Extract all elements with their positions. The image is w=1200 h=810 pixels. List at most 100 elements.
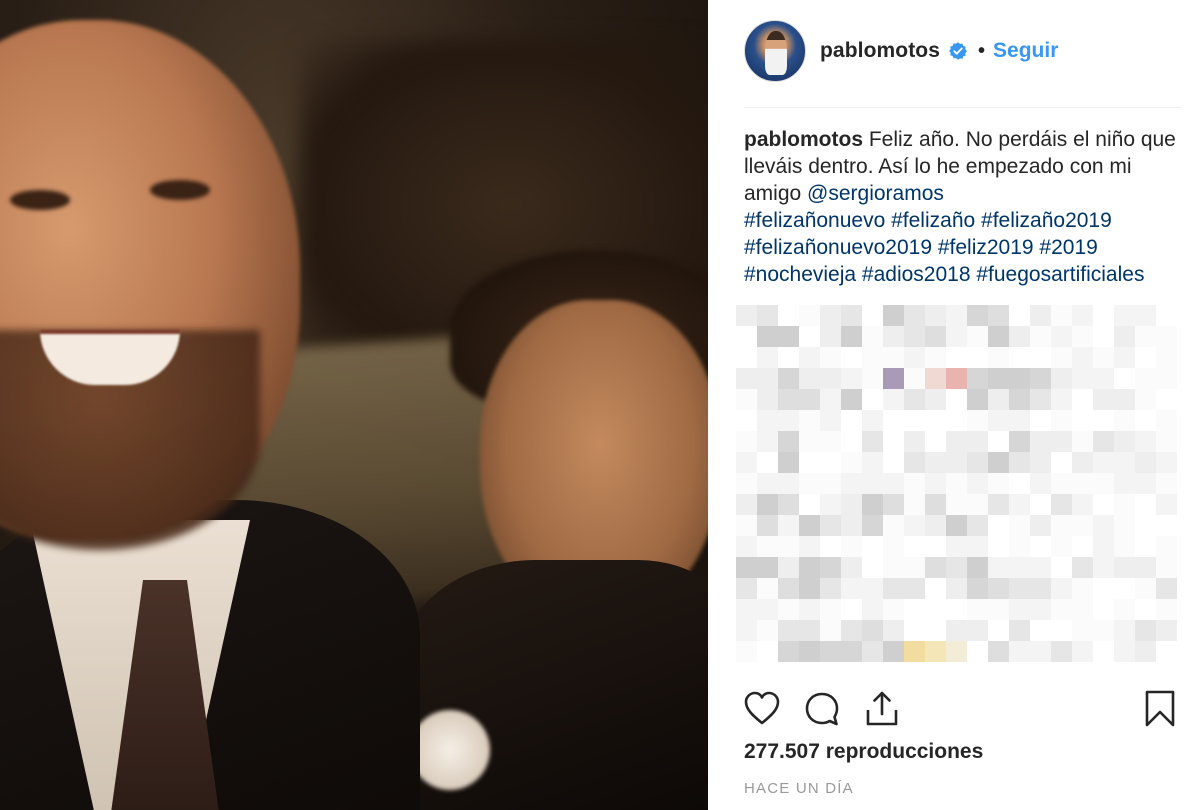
pixel-block xyxy=(1051,557,1072,578)
pixel-block xyxy=(841,389,862,410)
pixel-block xyxy=(1009,410,1030,431)
pixel-block xyxy=(820,620,841,641)
pixel-block xyxy=(1093,536,1114,557)
pixel-block xyxy=(904,620,925,641)
pixel-block xyxy=(883,431,904,452)
pixel-block xyxy=(1072,347,1093,368)
pixel-block xyxy=(1072,473,1093,494)
pixel-block xyxy=(736,305,757,326)
post-video[interactable] xyxy=(0,0,708,810)
caption-username-link[interactable]: pablomotos xyxy=(744,128,863,151)
pixel-block xyxy=(778,494,799,515)
pixel-block xyxy=(1051,305,1072,326)
pixel-block xyxy=(757,305,778,326)
pixel-block xyxy=(736,515,757,536)
pixel-block xyxy=(799,536,820,557)
pixel-block xyxy=(778,620,799,641)
pixel-block xyxy=(1072,599,1093,620)
view-count[interactable]: 277.507 reproducciones xyxy=(744,740,983,764)
pixel-block xyxy=(1135,368,1156,389)
pixel-block xyxy=(757,452,778,473)
pixel-block xyxy=(757,389,778,410)
pixel-block xyxy=(967,326,988,347)
pixel-block xyxy=(1156,494,1177,515)
bookmark-icon[interactable] xyxy=(1142,690,1178,728)
pixel-block xyxy=(799,305,820,326)
pixel-block xyxy=(925,389,946,410)
pixel-block xyxy=(778,410,799,431)
mention-link[interactable]: @sergioramos xyxy=(807,182,944,205)
pixel-block xyxy=(1072,431,1093,452)
pixel-block xyxy=(862,410,883,431)
pixel-block xyxy=(1135,473,1156,494)
pixel-block xyxy=(736,620,757,641)
pixel-block xyxy=(1051,620,1072,641)
follow-button[interactable]: Seguir xyxy=(993,39,1058,63)
pixel-block xyxy=(925,347,946,368)
pixel-block xyxy=(778,515,799,536)
pixel-block xyxy=(1030,305,1051,326)
pixel-block xyxy=(757,326,778,347)
username-link[interactable]: pablomotos xyxy=(820,39,940,63)
pixel-block xyxy=(862,557,883,578)
pixel-block xyxy=(862,347,883,368)
pixel-block xyxy=(778,557,799,578)
pixel-block xyxy=(946,305,967,326)
pixel-block xyxy=(1114,515,1135,536)
heart-icon[interactable] xyxy=(744,690,780,728)
pixel-block xyxy=(799,599,820,620)
pixel-block xyxy=(841,641,862,662)
pixel-block xyxy=(1009,578,1030,599)
pixel-block xyxy=(967,389,988,410)
share-upload-icon[interactable] xyxy=(864,690,900,728)
pixel-block xyxy=(820,410,841,431)
pixel-block xyxy=(1156,326,1177,347)
pixel-block xyxy=(904,305,925,326)
hashtags-line[interactable]: #felizañonuevo #felizaño #felizaño2019 xyxy=(744,209,1112,232)
avatar[interactable] xyxy=(744,20,806,82)
pixel-block xyxy=(1114,494,1135,515)
pixel-block xyxy=(1072,494,1093,515)
pixel-block xyxy=(946,326,967,347)
pixel-block xyxy=(799,431,820,452)
pixel-block xyxy=(1009,326,1030,347)
header-divider xyxy=(744,107,1182,108)
pixel-block xyxy=(820,578,841,599)
pixel-block xyxy=(841,452,862,473)
pixel-block xyxy=(988,431,1009,452)
pixel-block xyxy=(1009,452,1030,473)
pixel-block xyxy=(862,452,883,473)
pixel-block xyxy=(925,305,946,326)
pixel-block xyxy=(778,452,799,473)
pixel-block xyxy=(757,515,778,536)
pixel-block xyxy=(841,536,862,557)
pixel-block xyxy=(1135,410,1156,431)
pixel-block xyxy=(757,536,778,557)
hashtags-line[interactable]: #nochevieja #adios2018 #fuegosartificial… xyxy=(744,263,1144,286)
pixel-block xyxy=(1114,410,1135,431)
pixel-block xyxy=(883,536,904,557)
post-timestamp[interactable]: HACE UN DÍA xyxy=(744,780,854,797)
pixel-block xyxy=(736,326,757,347)
pixel-block xyxy=(1051,368,1072,389)
pixel-block xyxy=(925,515,946,536)
comment-bubble-icon[interactable] xyxy=(804,690,840,728)
separator-dot: • xyxy=(978,39,986,62)
pixel-block xyxy=(820,347,841,368)
pixel-block xyxy=(1135,557,1156,578)
pixel-block xyxy=(736,494,757,515)
pixel-block xyxy=(1135,452,1156,473)
pixel-block xyxy=(946,641,967,662)
pixel-block xyxy=(988,578,1009,599)
pixel-block xyxy=(1093,494,1114,515)
hashtags-line[interactable]: #felizañonuevo2019 #feliz2019 #2019 xyxy=(744,236,1098,259)
pixel-block xyxy=(1030,494,1051,515)
pixel-block xyxy=(757,599,778,620)
pixel-block xyxy=(967,578,988,599)
pixel-block xyxy=(862,389,883,410)
pixel-block xyxy=(1009,641,1030,662)
pixel-block xyxy=(820,641,841,662)
pixel-block xyxy=(1030,452,1051,473)
pixel-block xyxy=(946,515,967,536)
pixel-block xyxy=(1072,641,1093,662)
